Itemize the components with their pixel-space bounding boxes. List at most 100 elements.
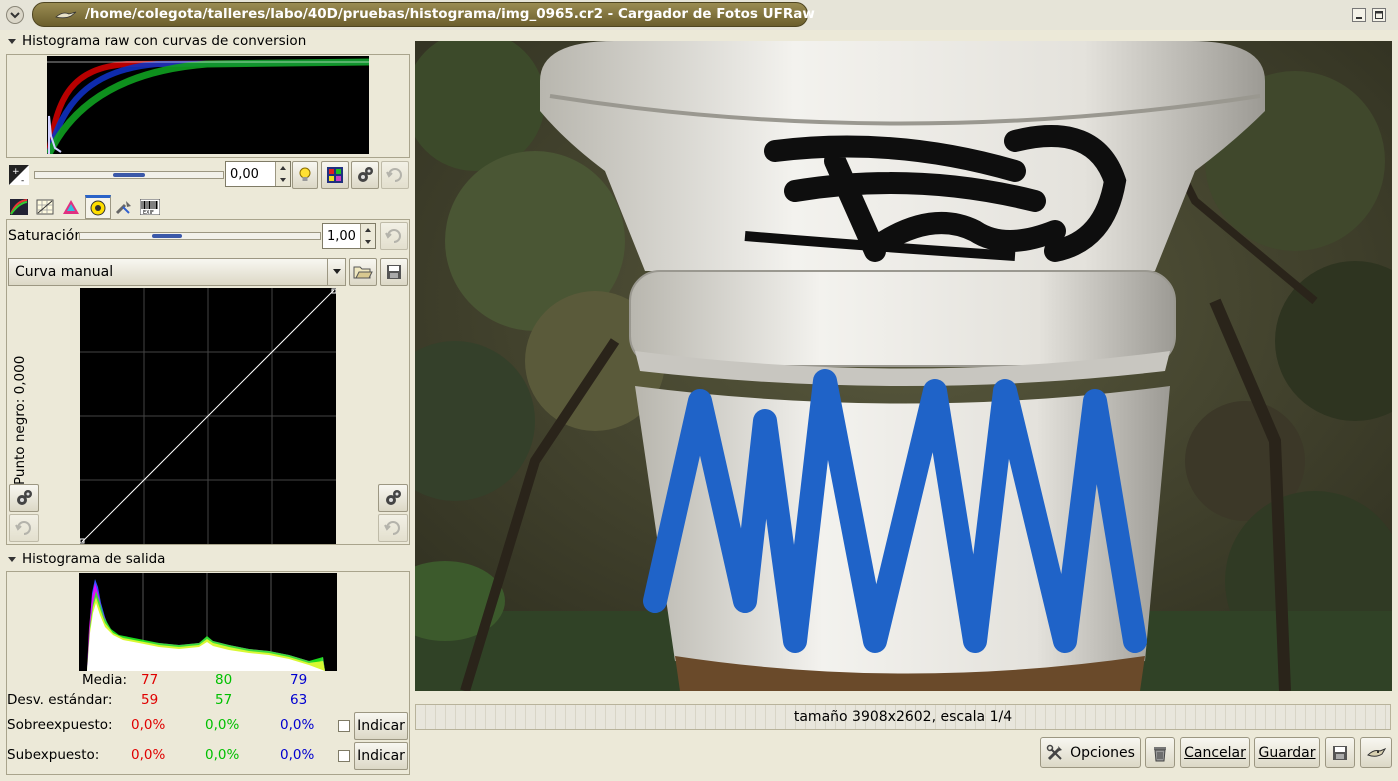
tab-color-correction[interactable]	[59, 195, 83, 219]
graph-icon	[36, 199, 54, 215]
cancel-button[interactable]: Cancelar	[1180, 737, 1250, 768]
std-label: Desv. estándar:	[7, 692, 113, 708]
mean-label: Media:	[82, 672, 128, 688]
mean-green: 80	[215, 672, 233, 688]
underexposed-checkbox[interactable]	[338, 750, 350, 762]
save-floppy-icon	[1333, 745, 1347, 760]
curve-selector[interactable]: Curva manual	[8, 258, 346, 286]
curve-selected: Curva manual	[15, 264, 114, 280]
underexposed-indicate-button[interactable]: Indicar	[354, 742, 408, 770]
svg-text:EXIF: EXIF	[143, 210, 154, 215]
save-as-button[interactable]	[1325, 737, 1355, 768]
delete-button[interactable]	[1145, 737, 1175, 768]
saturation-slider[interactable]	[79, 232, 321, 240]
exposure-icon: +-	[9, 165, 29, 185]
std-red: 59	[141, 692, 159, 708]
options-button[interactable]: Opciones	[1040, 737, 1141, 768]
window-menu-button[interactable]	[6, 6, 24, 24]
gears-icon	[17, 490, 32, 505]
raw-histogram-plot	[47, 56, 369, 154]
overexposed-checkbox[interactable]	[338, 720, 350, 732]
expander-arrow-icon	[8, 38, 16, 44]
options-label: Opciones	[1070, 744, 1135, 761]
overexposed-label: Sobreexpuesto:	[7, 717, 113, 733]
std-blue: 63	[290, 692, 308, 708]
raw-histogram-expander[interactable]: Histograma raw con curvas de conversion	[8, 33, 306, 49]
tab-color-management[interactable]	[33, 195, 57, 219]
lightbulb-icon	[299, 167, 311, 181]
overexposed-red: 0,0%	[131, 717, 166, 733]
tools-icon	[115, 201, 131, 215]
curve-auto-button[interactable]	[378, 484, 408, 512]
maximize-button[interactable]	[1372, 8, 1386, 22]
overexposed-indicate-button[interactable]: Indicar	[354, 712, 408, 740]
image-preview[interactable]	[415, 41, 1392, 691]
base-curve-icon	[10, 199, 28, 215]
overexposed-blue: 0,0%	[280, 717, 315, 733]
chevron-down-icon	[10, 12, 20, 19]
exif-barcode-icon: EXIF	[140, 199, 160, 215]
tools-icon	[1046, 744, 1063, 760]
minimize-icon	[1356, 17, 1362, 19]
expander-arrow-icon	[8, 556, 16, 562]
exposure-auto-adjust-button[interactable]	[351, 161, 379, 189]
tab-exif[interactable]: EXIF	[138, 195, 162, 219]
tab-transformations[interactable]	[112, 195, 136, 219]
curve-dropdown-arrow[interactable]	[327, 259, 345, 285]
black-point-auto-button[interactable]	[9, 484, 39, 512]
title-bar: /home/colegota/talleres/labo/40D/pruebas…	[0, 0, 1398, 30]
underexposed-green: 0,0%	[205, 747, 240, 763]
output-histogram-header: Histograma de salida	[22, 551, 166, 567]
unclip-button[interactable]	[321, 161, 349, 189]
mean-red: 77	[141, 672, 159, 688]
window-title: /home/colegota/talleres/labo/40D/pruebas…	[85, 6, 815, 22]
overexposed-indicate-label: Indicar	[357, 718, 405, 734]
overexposed-row: Sobreexpuesto: 0,0% 0,0% 0,0%	[4, 717, 412, 737]
gimp-icon	[1367, 747, 1386, 757]
curve-editor[interactable]	[80, 288, 336, 544]
std-row: Desv. estándar: 59 57 63	[4, 692, 412, 712]
svg-text:-: -	[21, 176, 24, 185]
save-label: Guardar	[1258, 744, 1316, 761]
save-floppy-icon	[387, 265, 401, 279]
controls-panel: Histograma raw con curvas de conversion …	[4, 30, 412, 775]
exposure-reset-button[interactable]	[381, 161, 409, 189]
reset-icon	[385, 229, 401, 243]
saturation-spin-arrows[interactable]	[360, 224, 375, 248]
black-point-reset-button[interactable]	[9, 514, 39, 542]
save-button[interactable]: Guardar	[1254, 737, 1320, 768]
saturation-spinbox[interactable]: 1,00	[322, 223, 376, 249]
window-title-bar[interactable]: /home/colegota/talleres/labo/40D/pruebas…	[32, 2, 815, 27]
minimize-button[interactable]	[1352, 8, 1366, 22]
output-histogram-expander[interactable]: Histograma de salida	[8, 551, 165, 567]
chevron-down-icon	[332, 269, 341, 274]
exposure-slider[interactable]	[34, 171, 224, 179]
tab-corrections[interactable]	[85, 195, 111, 219]
maximize-icon	[1375, 11, 1383, 19]
reset-icon	[15, 521, 31, 535]
cancel-label: Cancelar	[1184, 744, 1246, 761]
tab-base-curve[interactable]	[7, 195, 31, 219]
load-curve-button[interactable]	[349, 258, 377, 286]
exposure-spinbox[interactable]: 0,00	[225, 161, 291, 187]
status-text: tamaño 3908x2602, escala 1/4	[793, 709, 1013, 725]
std-green: 57	[215, 692, 233, 708]
underexposed-blue: 0,0%	[280, 747, 315, 763]
underexposed-label: Subexpuesto:	[7, 747, 100, 763]
exposure-slider-thumb[interactable]	[113, 173, 145, 177]
save-curve-button[interactable]	[380, 258, 408, 286]
reset-icon	[386, 168, 402, 182]
output-histogram-plot	[79, 573, 337, 671]
saturation-value: 1,00	[327, 228, 356, 244]
curve-reset-button[interactable]	[378, 514, 408, 542]
overexposed-green: 0,0%	[205, 717, 240, 733]
auto-exposure-button[interactable]	[292, 161, 318, 189]
send-to-gimp-button[interactable]	[1360, 737, 1392, 768]
exposure-spin-arrows[interactable]	[275, 162, 290, 186]
saturation-reset-button[interactable]	[380, 222, 408, 250]
color-triangle-icon	[63, 200, 79, 214]
app-logo-icon	[55, 11, 77, 19]
aperture-icon	[90, 200, 106, 216]
color-grid-icon	[327, 167, 343, 183]
saturation-slider-thumb[interactable]	[152, 234, 182, 238]
